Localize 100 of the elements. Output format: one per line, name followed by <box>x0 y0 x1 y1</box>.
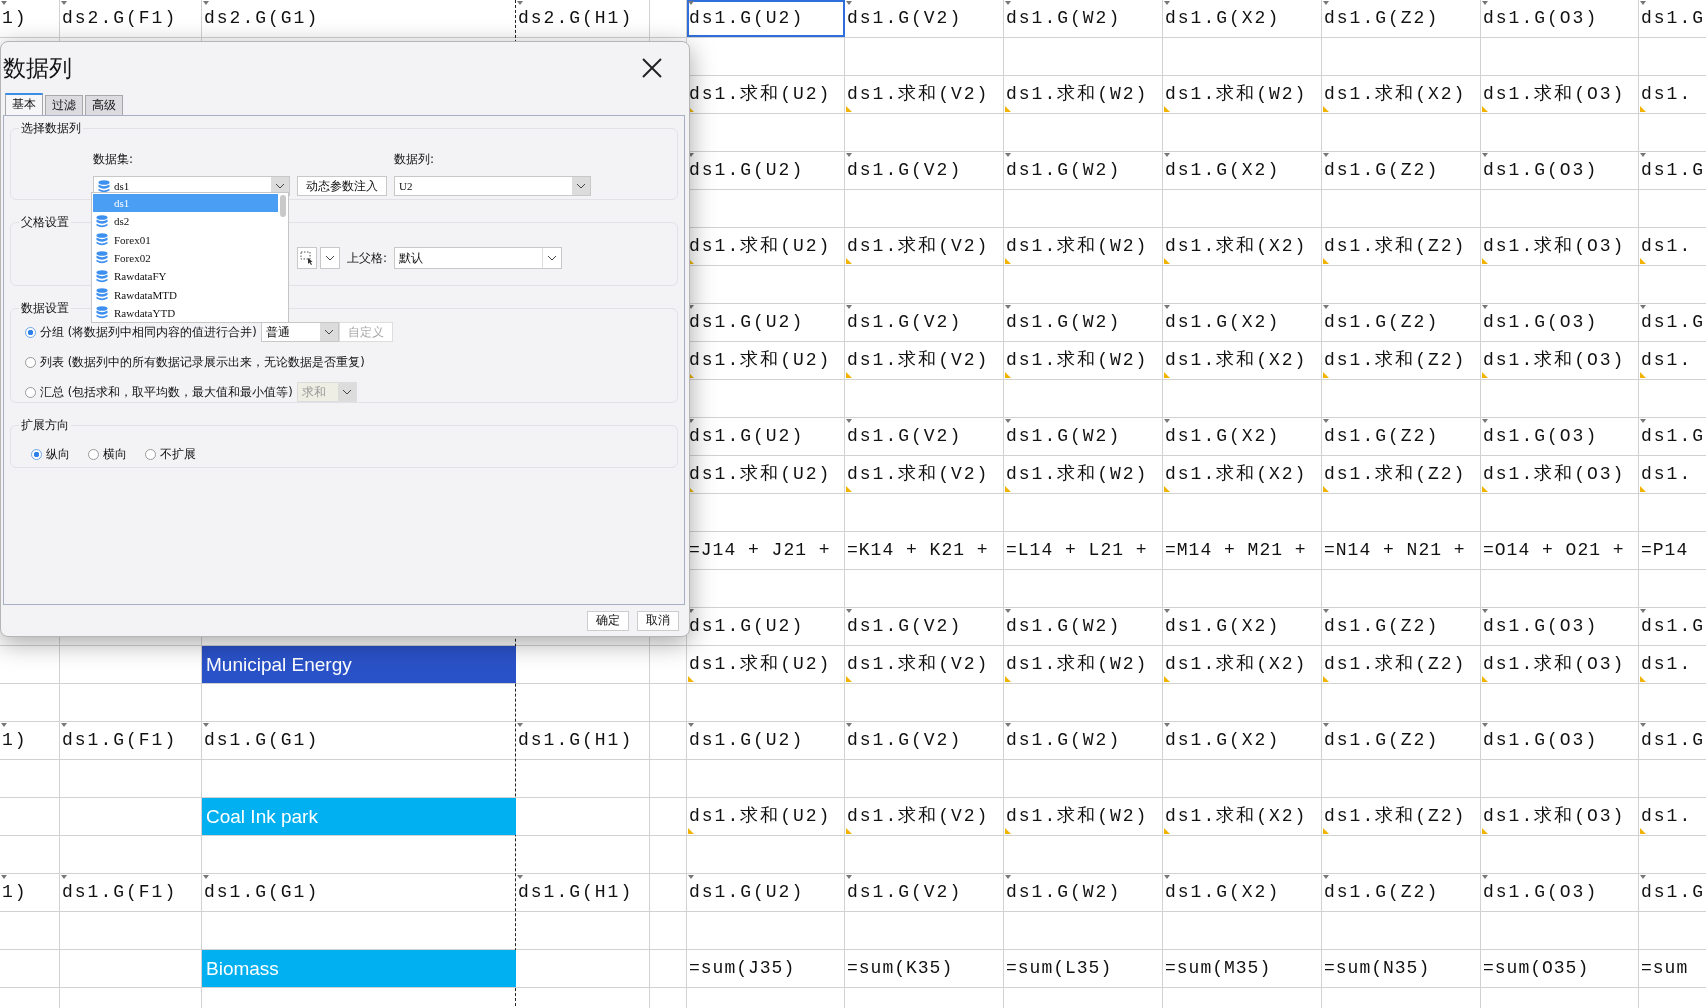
table-cell: ds1.G <box>1639 722 1706 759</box>
table-cell: ds1. <box>1639 228 1706 265</box>
table-cell: ds1.G(W2) <box>1004 152 1163 189</box>
radio-button[interactable] <box>25 386 36 398</box>
table-cell: ds1.G(X2) <box>1163 418 1322 455</box>
table-cell: ds1.G(G1) <box>202 874 516 911</box>
table-cell: ds1.G(X2) <box>1163 722 1322 759</box>
table-cell: ds1.求和(U2) <box>687 798 845 835</box>
select-cell-icon <box>300 251 314 265</box>
table-cell: ds1.G(V2) <box>845 874 1004 911</box>
list-item[interactable]: ds2 <box>93 212 278 231</box>
group-title: 选择数据列 <box>20 120 82 137</box>
table-cell: ds1.G(X2) <box>1163 152 1322 189</box>
mode-select[interactable]: 普通 <box>260 322 339 342</box>
column-select[interactable]: U2 <box>394 176 591 196</box>
table-cell: ds1.G(V2) <box>845 608 1004 645</box>
close-icon[interactable] <box>641 57 663 79</box>
field-label: 上父格: <box>347 249 388 267</box>
inject-button[interactable]: 动态参数注入 <box>297 176 387 196</box>
radio-button[interactable] <box>25 326 36 338</box>
table-cell: ds1.G(Z2) <box>1322 874 1481 911</box>
radio-button[interactable] <box>31 448 42 460</box>
table-cell: ds1.G(O3) <box>1481 608 1639 645</box>
group-title: 数据设置 <box>20 300 70 317</box>
table-cell: ds1.G(O3) <box>1481 304 1639 341</box>
table-cell: ds1.求和(X2) <box>1163 798 1322 835</box>
table-cell-text: =M14 + M21 + <box>1164 539 1308 562</box>
table-cell: ds1.G(V2) <box>845 722 1004 759</box>
database-icon <box>98 179 110 193</box>
table-cell: ds1.G <box>1639 608 1706 645</box>
table-cell-text: =sum(M35) <box>1164 957 1273 980</box>
scrollbar-thumb[interactable] <box>280 195 286 217</box>
table-cell-text: =sum(L35) <box>1005 957 1114 980</box>
category-label: Municipal Energy <box>202 646 516 683</box>
radio-button[interactable] <box>88 448 99 460</box>
table-cell: ds1. <box>1639 456 1706 493</box>
table-cell: ds1.G(Z2) <box>1322 608 1481 645</box>
table-cell: ds1.求和(W2) <box>1004 228 1163 265</box>
option-label: 纵向 <box>46 445 70 463</box>
table-cell: ds1.求和(V2) <box>845 228 1004 265</box>
chevron-icon <box>275 183 285 189</box>
table-cell: 1) <box>0 722 60 759</box>
table-cell: ds1.G(Z2) <box>1322 0 1481 37</box>
list-item[interactable]: Forex01 <box>93 230 278 249</box>
tab[interactable]: 过滤 <box>45 95 83 115</box>
tab[interactable]: 高级 <box>85 95 123 115</box>
table-cell: ds1.G(H1) <box>516 874 650 911</box>
dialog-button[interactable]: 确定 <box>587 610 629 631</box>
dialog-button[interactable]: 取消 <box>637 610 679 631</box>
table-cell: ds1.G(W2) <box>1004 418 1163 455</box>
list-item[interactable]: RawdataFY <box>93 267 278 286</box>
table-cell: ds1.求和(Z2) <box>1322 342 1481 379</box>
parent-select[interactable]: 默认 <box>394 247 563 269</box>
table-cell: ds1.求和(X2) <box>1163 342 1322 379</box>
table-cell: ds1.求和(W2) <box>1004 76 1163 113</box>
table-cell: ds1.G(W2) <box>1004 874 1163 911</box>
table-cell: ds1.G(F1) <box>60 874 202 911</box>
table-cell: ds2.G(F1) <box>60 0 202 37</box>
group-title: 扩展方向 <box>20 417 70 434</box>
table-cell: ds1. <box>1639 646 1706 683</box>
table-cell: ds1.G <box>1639 152 1706 189</box>
table-cell-text: =sum(K35) <box>846 957 955 980</box>
radio-button[interactable] <box>25 356 36 368</box>
table-cell: ds1.G(W2) <box>1004 722 1163 759</box>
category-label: Biomass <box>202 950 516 987</box>
table-cell: ds1.G(O3) <box>1481 418 1639 455</box>
list-item[interactable]: RawdataYTD <box>93 303 278 322</box>
category-label: Coal Ink park <box>202 798 516 835</box>
table-cell: ds1.G(Z2) <box>1322 418 1481 455</box>
field-label: 数据集: <box>93 151 135 168</box>
table-cell: ds1.G(U2) <box>687 0 845 37</box>
table-cell: ds1.G(Z2) <box>1322 304 1481 341</box>
table-cell: ds1.G(X2) <box>1163 608 1322 645</box>
radio-button[interactable] <box>145 448 156 460</box>
table-cell: ds1.G(U2) <box>687 722 845 759</box>
table-cell: ds1.求和(Z2) <box>1322 456 1481 493</box>
table-cell-text: =L14 + L21 + <box>1005 539 1149 562</box>
cell-pick-button[interactable] <box>297 247 317 269</box>
option-label: 不扩展 <box>160 445 196 463</box>
table-cell: ds1.G <box>1639 418 1706 455</box>
option-label: 横向 <box>103 445 127 463</box>
table-cell: ds1.求和(U2) <box>687 342 845 379</box>
table-cell: ds1.求和(U2) <box>687 76 845 113</box>
table-cell: ds1.求和(O3) <box>1481 798 1639 835</box>
table-cell: ds1.G(Z2) <box>1322 722 1481 759</box>
table-cell: ds1.G(W2) <box>1004 304 1163 341</box>
table-cell: ds1.G(U2) <box>687 418 845 455</box>
list-item[interactable]: RawdataMTD <box>93 285 278 304</box>
table-cell: ds1.求和(Z2) <box>1322 646 1481 683</box>
table-cell: ds1.G <box>1639 0 1706 37</box>
list-item[interactable]: Forex02 <box>93 248 278 268</box>
table-cell: ds1.求和(O3) <box>1481 456 1639 493</box>
tab[interactable]: 基本 <box>5 93 43 115</box>
table-cell: ds1.G(U2) <box>687 152 845 189</box>
table-cell: ds2.G(G1) <box>202 0 516 37</box>
option-label: 列表 (数据列中的所有数据记录展示出来，无论数据是否重复) <box>40 354 365 370</box>
table-cell: ds1.求和(X2) <box>1163 646 1322 683</box>
field-label: 数据列: <box>394 151 436 168</box>
table-cell: ds1. <box>1639 798 1706 835</box>
table-cell: ds1.G(X2) <box>1163 304 1322 341</box>
